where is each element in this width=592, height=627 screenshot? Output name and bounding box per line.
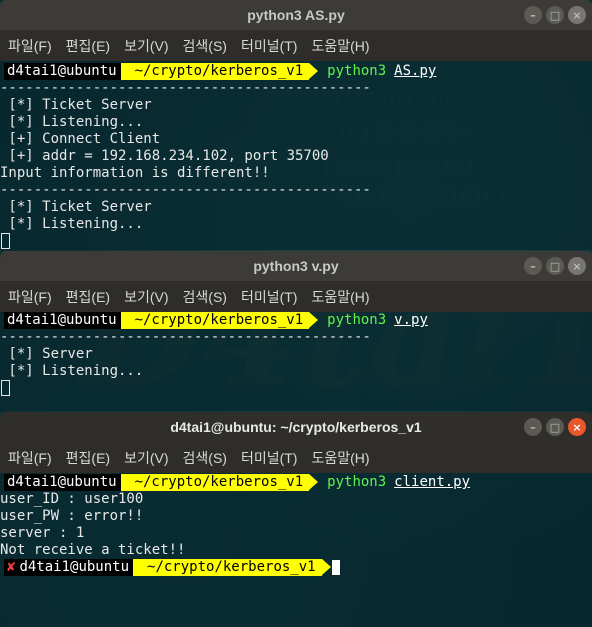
terminal-output[interactable]: d4tai1@ubuntu ~/crypto/kerberos_v1 pytho… [0, 61, 592, 250]
output-line: ----------------------------------------… [0, 80, 371, 96]
output-line: [*] Listening... [0, 363, 144, 379]
prompt-user: d4tai1@ubuntu [4, 63, 130, 80]
window-title: python3 AS.py [247, 7, 345, 23]
prompt-command: python3 client.py [309, 474, 470, 491]
window-titlebar[interactable]: python3 AS.py – □ × [0, 0, 592, 30]
window-title: python3 v.py [253, 258, 339, 274]
menu-help[interactable]: 도움말(H) [311, 36, 369, 56]
prompt-directory: ~/crypto/kerberos_v1 [133, 559, 331, 576]
prompt-command: python3 v.py [309, 312, 428, 329]
window-titlebar[interactable]: python3 v.py – □ × [0, 251, 592, 281]
output-line: Input information is different!! [0, 165, 270, 181]
menubar: 파일(F) 편집(E) 보기(V) 검색(S) 터미널(T) 도움말(H) [0, 281, 592, 312]
menubar: 파일(F) 편집(E) 보기(V) 검색(S) 터미널(T) 도움말(H) [0, 442, 592, 473]
terminal-cursor [331, 560, 340, 575]
terminal-window-client[interactable]: d4tai1@ubuntu: ~/crypto/kerberos_v1 – □ … [0, 412, 592, 627]
terminal-window-as[interactable]: python3 AS.py – □ × 파일(F) 편집(E) 보기(V) 검색… [0, 0, 592, 250]
menu-terminal[interactable]: 터미널(T) [241, 287, 298, 307]
output-line: user_PW : error!! [0, 508, 144, 524]
prompt-directory: ~/crypto/kerberos_v1 [120, 312, 319, 329]
prompt-directory: ~/crypto/kerberos_v1 [120, 474, 319, 491]
prompt-line: d4tai1@ubuntu ~/crypto/kerberos_v1 pytho… [4, 63, 592, 80]
command-executable: python3 [327, 474, 387, 490]
command-executable: python3 [327, 63, 387, 79]
prompt-command: python3 AS.py [309, 63, 436, 80]
prompt-line: ✘ d4tai1@ubuntu ~/crypto/kerberos_v1 [4, 559, 592, 576]
output-line: [*] Listening... [0, 114, 144, 130]
close-button[interactable]: × [568, 257, 586, 275]
minimize-button[interactable]: – [524, 6, 542, 24]
maximize-button[interactable]: □ [546, 418, 564, 436]
menu-terminal[interactable]: 터미널(T) [241, 36, 298, 56]
menu-search[interactable]: 검색(S) [183, 448, 227, 468]
window-titlebar[interactable]: d4tai1@ubuntu: ~/crypto/kerberos_v1 – □ … [0, 412, 592, 442]
menu-edit[interactable]: 편집(E) [66, 36, 110, 56]
output-line: ----------------------------------------… [0, 329, 371, 345]
menu-search[interactable]: 검색(S) [183, 36, 227, 56]
output-line: ----------------------------------------… [0, 182, 371, 198]
terminal-cursor [1, 380, 10, 396]
output-line: user_ID : user100 [0, 491, 144, 507]
menu-edit[interactable]: 편집(E) [66, 448, 110, 468]
output-line: [+] Connect Client [0, 131, 161, 147]
terminal-output[interactable]: d4tai1@ubuntu ~/crypto/kerberos_v1 pytho… [0, 312, 592, 411]
output-line: [*] Ticket Server [0, 97, 152, 113]
maximize-button[interactable]: □ [546, 257, 564, 275]
output-line: [*] Ticket Server [0, 199, 152, 215]
terminal-cursor [1, 233, 10, 249]
menubar: 파일(F) 편집(E) 보기(V) 검색(S) 터미널(T) 도움말(H) [0, 30, 592, 61]
menu-view[interactable]: 보기(V) [124, 36, 168, 56]
menu-view[interactable]: 보기(V) [124, 448, 168, 468]
prompt-user: d4tai1@ubuntu [4, 474, 130, 491]
prompt-directory: ~/crypto/kerberos_v1 [120, 63, 319, 80]
close-button[interactable]: × [568, 418, 586, 436]
menu-search[interactable]: 검색(S) [183, 287, 227, 307]
minimize-button[interactable]: – [524, 418, 542, 436]
output-line: Not receive a ticket!! [0, 542, 186, 558]
maximize-button[interactable]: □ [546, 6, 564, 24]
menu-help[interactable]: 도움말(H) [311, 448, 369, 468]
minimize-button[interactable]: – [524, 257, 542, 275]
menu-file[interactable]: 파일(F) [8, 287, 52, 307]
menu-view[interactable]: 보기(V) [124, 287, 168, 307]
menu-help[interactable]: 도움말(H) [311, 287, 369, 307]
output-line: [*] Listening... [0, 216, 144, 232]
close-button[interactable]: × [568, 6, 586, 24]
prompt-user: ✘ d4tai1@ubuntu [4, 559, 143, 576]
command-argument: AS.py [394, 63, 437, 79]
terminal-window-v[interactable]: python3 v.py – □ × 파일(F) 편집(E) 보기(V) 검색(… [0, 251, 592, 411]
menu-terminal[interactable]: 터미널(T) [241, 448, 298, 468]
command-executable: python3 [327, 312, 387, 328]
command-argument: client.py [394, 474, 471, 490]
output-line: [+] addr = 192.168.234.102, port 35700 [0, 148, 329, 164]
output-line: server : 1 [0, 525, 85, 541]
menu-file[interactable]: 파일(F) [8, 36, 52, 56]
command-argument: v.py [394, 312, 428, 328]
prompt-user: d4tai1@ubuntu [4, 312, 130, 329]
error-x-icon: ✘ [7, 559, 16, 575]
menu-file[interactable]: 파일(F) [8, 448, 52, 468]
prompt-line: d4tai1@ubuntu ~/crypto/kerberos_v1 pytho… [4, 312, 592, 329]
window-title: d4tai1@ubuntu: ~/crypto/kerberos_v1 [170, 419, 422, 435]
menu-edit[interactable]: 편집(E) [66, 287, 110, 307]
output-line: [*] Server [0, 346, 93, 362]
terminal-output[interactable]: d4tai1@ubuntu ~/crypto/kerberos_v1 pytho… [0, 473, 592, 627]
prompt-line: d4tai1@ubuntu ~/crypto/kerberos_v1 pytho… [4, 474, 592, 491]
